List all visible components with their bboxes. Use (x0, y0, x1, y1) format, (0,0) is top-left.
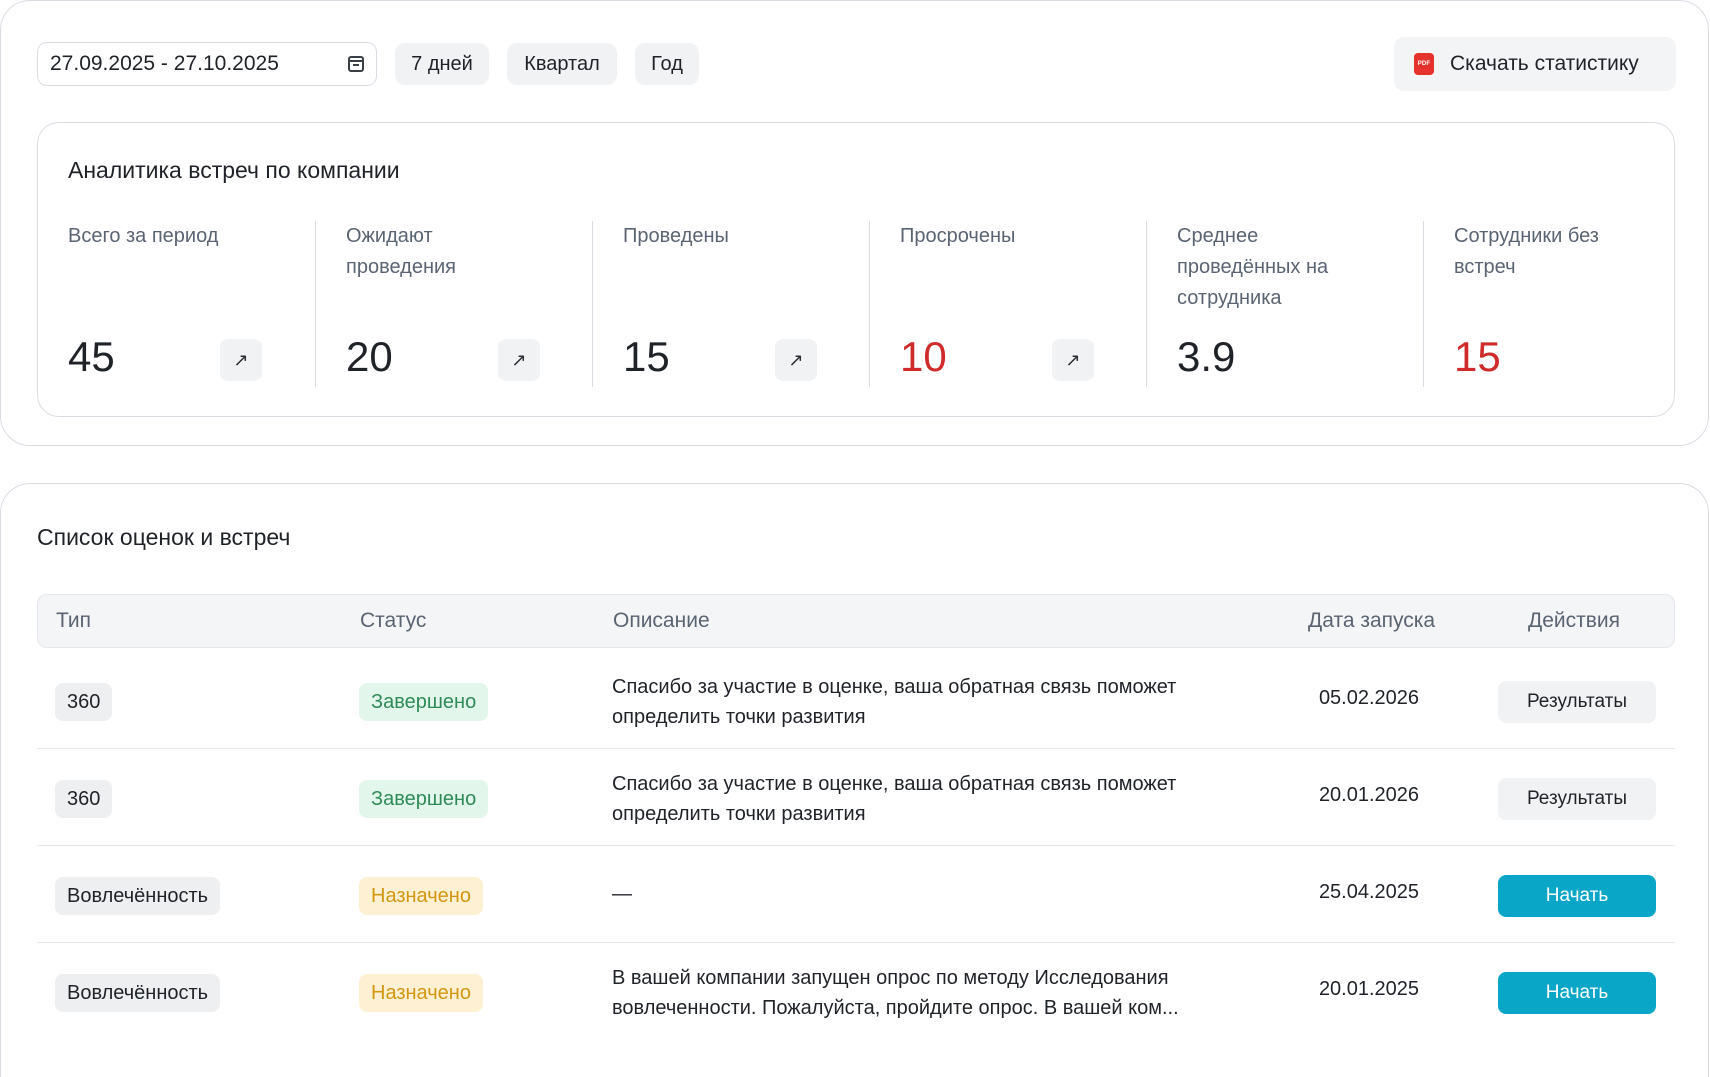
type-chip: Вовлечённость (55, 974, 221, 1012)
row-description: Спасибо за участие в оценке, ваша обратн… (612, 676, 1177, 728)
column-type: Тип (56, 609, 92, 632)
type-chip: Вовлечённость (55, 877, 221, 915)
metric-label: Просрочены (900, 225, 1016, 247)
row-description: В вашей компании запущен опрос по методу… (612, 967, 1179, 1019)
column-launch-date: Дата запуска (1308, 609, 1436, 632)
metric-value: 3.9 (1177, 333, 1236, 380)
metric-label: Сотрудники без встреч (1454, 225, 1599, 278)
arrow-up-right-icon: ↗ (233, 349, 249, 370)
date-range-value: 27.09.2025 - 27.10.2025 (50, 52, 279, 75)
list-title: Список оценок и встреч (37, 524, 291, 550)
status-badge: Назначено (359, 974, 483, 1012)
results-button[interactable]: Результаты (1498, 778, 1656, 820)
row-launch-date: 20.01.2025 (1318, 978, 1420, 1000)
metric-value: 10 (900, 333, 947, 380)
calendar-icon[interactable] (348, 56, 364, 72)
table-row: Вовлечённость Назначено В вашей компании… (37, 943, 1675, 1040)
date-range-picker[interactable]: 27.09.2025 - 27.10.2025 (37, 42, 377, 86)
metric-overdue: Просрочены 10 ↗ (869, 221, 1146, 387)
metric-pending-open-button[interactable]: ↗ (498, 339, 540, 381)
pdf-icon: PDF (1414, 53, 1434, 75)
period-quarter-button[interactable]: Квартал (507, 43, 617, 85)
table-row: Вовлечённость Назначено — 25.04.2025 Нач… (37, 846, 1675, 943)
metric-label: Среднее проведённых на сотрудника (1177, 225, 1329, 309)
metric-completed-open-button[interactable]: ↗ (775, 339, 817, 381)
period-year-button[interactable]: Год (635, 43, 699, 85)
analytics-card: Аналитика встреч по компании Всего за пе… (37, 122, 1675, 417)
metric-value: 15 (623, 333, 670, 380)
start-button[interactable]: Начать (1498, 875, 1656, 917)
status-badge: Завершено (359, 683, 489, 721)
table-row: 360 Завершено Спасибо за участие в оценк… (37, 749, 1675, 846)
list-panel: Список оценок и встреч Тип Статус Описан… (0, 483, 1709, 1077)
metric-completed: Проведены 15 ↗ (592, 221, 869, 387)
metric-pending: Ожидают проведения 20 ↗ (315, 221, 592, 387)
download-stats-label: Скачать статистику (1450, 52, 1639, 75)
metric-label: Всего за период (68, 225, 219, 247)
period-7-days-button[interactable]: 7 дней (395, 43, 489, 85)
arrow-up-right-icon: ↗ (788, 349, 804, 370)
arrow-up-right-icon: ↗ (511, 349, 527, 370)
row-launch-date: 20.01.2026 (1318, 784, 1420, 806)
table-header: Тип Статус Описание Дата запуска Действи… (37, 594, 1675, 648)
metric-value: 20 (346, 333, 393, 380)
results-button[interactable]: Результаты (1498, 681, 1656, 723)
metric-total: Всего за период 45 ↗ (38, 221, 315, 387)
column-description: Описание (613, 609, 710, 632)
analytics-panel: 27.09.2025 - 27.10.2025 7 дней Квартал Г… (0, 0, 1709, 446)
metric-total-open-button[interactable]: ↗ (220, 339, 262, 381)
metric-no-meetings: Сотрудники без встреч 15 (1423, 221, 1673, 387)
table-row: 360 Завершено Спасибо за участие в оценк… (37, 652, 1675, 749)
row-description: — (612, 883, 632, 905)
row-launch-date: 25.04.2025 (1318, 881, 1420, 903)
download-stats-button[interactable]: PDF Скачать статистику (1394, 37, 1676, 91)
metric-label: Проведены (623, 225, 729, 247)
metric-label: Ожидают проведения (346, 225, 456, 278)
metric-overdue-open-button[interactable]: ↗ (1052, 339, 1094, 381)
column-status: Статус (360, 609, 427, 632)
analytics-title: Аналитика встреч по компании (68, 157, 400, 183)
metric-value: 15 (1454, 333, 1501, 380)
row-launch-date: 05.02.2026 (1318, 687, 1420, 709)
row-description: Спасибо за участие в оценке, ваша обратн… (612, 773, 1177, 825)
metric-average: Среднее проведённых на сотрудника 3.9 (1146, 221, 1423, 387)
arrow-up-right-icon: ↗ (1065, 349, 1081, 370)
metric-value: 45 (68, 333, 115, 380)
status-badge: Назначено (359, 877, 483, 915)
column-actions: Действия (1528, 609, 1621, 632)
status-badge: Завершено (359, 780, 489, 818)
type-chip: 360 (55, 780, 113, 818)
start-button[interactable]: Начать (1498, 972, 1656, 1014)
type-chip: 360 (55, 683, 113, 721)
